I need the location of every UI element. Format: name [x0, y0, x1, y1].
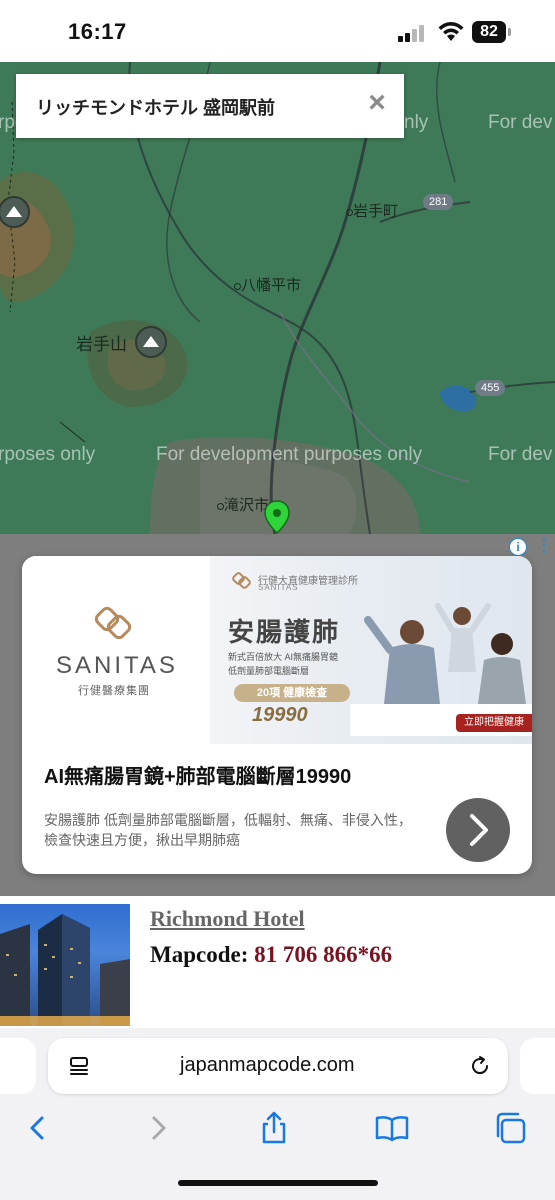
map-watermark: nly	[404, 112, 429, 133]
battery-nub	[508, 28, 511, 36]
address-bar[interactable]: japanmapcode.com	[48, 1038, 508, 1094]
close-icon[interactable]: ×	[364, 88, 390, 118]
banner-top-en: SANITAS	[258, 583, 299, 592]
mountain-icon[interactable]	[0, 196, 30, 228]
banner-price: 19990	[252, 704, 308, 726]
place-title: リッチモンドホテル 盛岡駅前	[36, 98, 275, 118]
banner-line-2: 低劑量肺部電腦斷層	[228, 666, 310, 676]
hotel-name-link[interactable]: Richmond Hotel	[150, 906, 305, 932]
banner-pill: 20項 健康檢查	[234, 684, 350, 702]
url-text[interactable]: japanmapcode.com	[180, 1054, 355, 1077]
bookmarks-icon[interactable]	[374, 1110, 410, 1146]
ad-info-icon[interactable]: i	[509, 538, 527, 556]
hotel-photo[interactable]	[0, 904, 130, 1026]
ad-more-icon[interactable]: ⋮	[535, 536, 553, 556]
ad-card[interactable]: SANITAS 行健醫療集團 行健大直健康管理診所 SANITAS 安腸護肺 新…	[22, 556, 532, 874]
cellular-signal-icon	[398, 24, 428, 42]
share-icon[interactable]	[256, 1110, 292, 1146]
route-shield: 281	[423, 194, 454, 210]
status-time: 16:17	[68, 19, 127, 44]
place-info-card: リッチモンドホテル 盛岡駅前 ×	[16, 74, 404, 138]
map-view[interactable]: rposes only nly For dev rposes only For …	[0, 62, 555, 534]
banner-line-1: 新式百倍放大 AI無痛腸胃鏡	[228, 652, 339, 662]
map-label-takizawa: 滝沢市	[217, 494, 269, 515]
back-icon[interactable]	[20, 1110, 56, 1146]
map-label-hachimantai: 八幡平市	[234, 274, 301, 295]
next-tab-stub[interactable]	[520, 1038, 555, 1094]
map-watermark: rposes only	[0, 444, 96, 465]
ad-brand: SANITAS	[56, 652, 178, 679]
route-shield: 455	[475, 380, 506, 396]
tabs-icon[interactable]	[492, 1110, 528, 1146]
ad-open-button[interactable]	[446, 798, 510, 862]
ad-title[interactable]: AI無痛腸胃鏡+肺部電腦斷層19990	[44, 760, 351, 789]
location-pin-icon[interactable]	[264, 500, 290, 534]
sanitas-logo-icon	[94, 606, 132, 640]
forward-icon[interactable]	[140, 1110, 176, 1146]
ad-container: i ⋮ SANITAS 行健醫療集團 行健大直健康管理診所 SANITAS 安腸…	[0, 534, 555, 896]
mapcode-value: 81 706 866*66	[254, 942, 393, 967]
chevron-right-icon	[470, 814, 488, 846]
battery-level: 82	[472, 21, 506, 43]
status-bar: 16:17 82	[0, 0, 555, 62]
hotel-result: Richmond Hotel Mapcode: 81 706 866*66	[0, 896, 555, 1028]
reload-icon[interactable]	[468, 1054, 492, 1078]
map-label-iwate-san: 岩手山	[76, 335, 127, 354]
previous-tab-stub[interactable]	[0, 1038, 36, 1094]
map-watermark: For dev	[488, 444, 553, 465]
ad-brand-sub: 行健醫療集團	[78, 685, 150, 697]
mountain-icon[interactable]	[135, 326, 167, 358]
map-label-iwate-town: 岩手町	[346, 200, 398, 221]
mapcode: Mapcode: 81 706 866*66	[150, 942, 392, 968]
mapcode-label: Mapcode:	[150, 942, 249, 967]
hotel-photo-drawing	[0, 914, 130, 1026]
map-watermark: For dev	[488, 112, 553, 133]
home-indicator[interactable]	[178, 1180, 378, 1186]
ad-description: 安腸護肺 低劑量肺部電腦斷層，低輻射、無痛、非侵入性，檢查快速且方便，揪出早期肺…	[44, 812, 412, 848]
browser-address-area: japanmapcode.com	[0, 1028, 555, 1098]
banner-headline: 安腸護肺	[228, 617, 341, 647]
ad-logo-panel: SANITAS 行健醫療集團	[22, 556, 210, 744]
map-watermark: For development purposes only	[156, 444, 423, 465]
sanitas-small-logo-icon	[232, 572, 251, 589]
ad-banner-image[interactable]: 行健大直健康管理診所 SANITAS 安腸護肺 新式百倍放大 AI無痛腸胃鏡 低…	[210, 556, 532, 744]
banner-cta: 立即把握健康	[456, 714, 532, 732]
wifi-icon	[438, 22, 464, 41]
reader-mode-icon[interactable]	[68, 1055, 90, 1077]
